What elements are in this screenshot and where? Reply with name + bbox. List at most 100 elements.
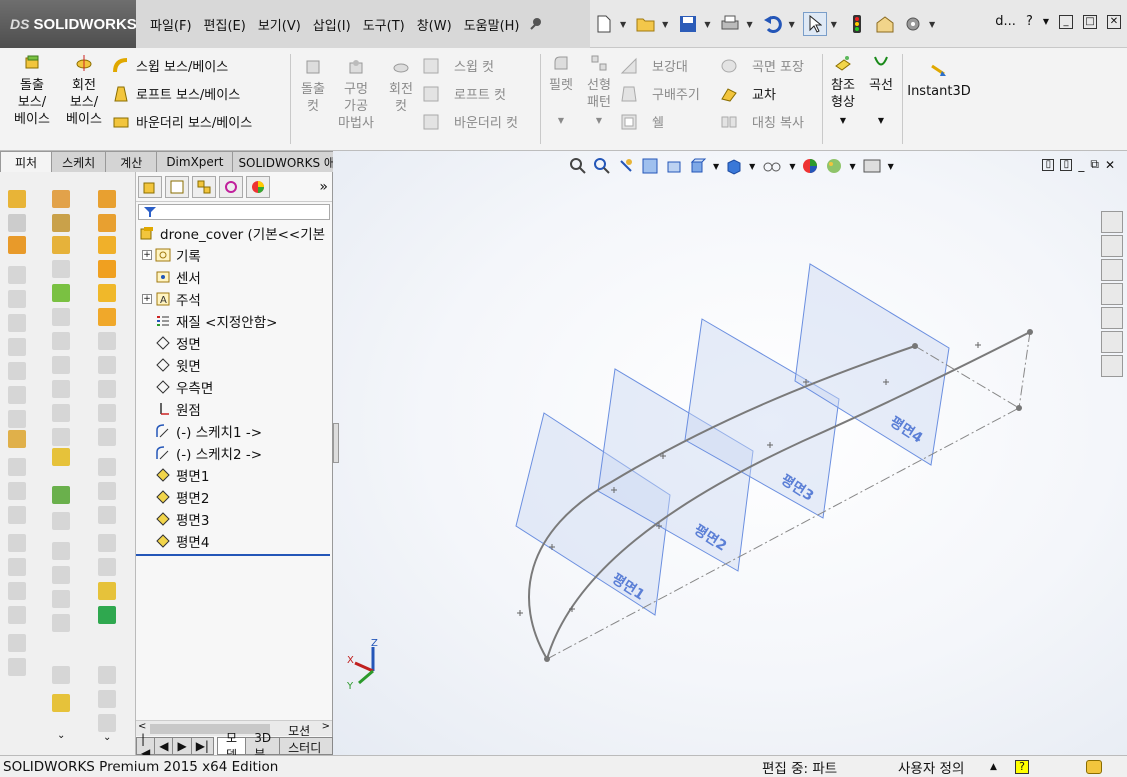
curves-button[interactable]: 곡선 ▼ xyxy=(864,54,898,129)
lofted-cut-button[interactable]: 로프트 컷 xyxy=(422,84,506,103)
minimize-window-icon[interactable]: _ xyxy=(1059,14,1073,29)
tree-item[interactable]: 평면3 xyxy=(136,508,332,530)
hole-tool-icon[interactable] xyxy=(98,404,116,422)
open-folder-icon[interactable] xyxy=(634,12,658,36)
structure-tool-icon[interactable] xyxy=(98,482,116,500)
revolved-boss-button[interactable]: 회전 보스/ 베이스 xyxy=(62,54,106,128)
help-icon[interactable]: ? xyxy=(1015,759,1029,774)
tree-item[interactable]: 재질 <지정안함> xyxy=(136,310,332,332)
custom-properties-icon[interactable] xyxy=(1101,331,1123,353)
tree-expander-icon[interactable]: + xyxy=(142,250,152,260)
cube-tool-icon[interactable] xyxy=(52,404,70,422)
mirror-tool-icon[interactable] xyxy=(52,428,70,446)
tree-expander-icon[interactable]: + xyxy=(142,294,152,304)
rebuild-status-icon[interactable] xyxy=(1086,759,1102,774)
endpoint-marker[interactable] xyxy=(544,656,550,662)
rib-button[interactable]: 보강대 xyxy=(620,56,688,75)
wrap-tool-icon[interactable] xyxy=(98,284,116,302)
forum-icon[interactable] xyxy=(1101,355,1123,377)
extruded-boss-button[interactable]: 돌출 보스/ 베이스 xyxy=(10,54,54,128)
menu-edit[interactable]: 편집(E) xyxy=(198,15,252,34)
endpoint-marker[interactable] xyxy=(1027,329,1033,335)
tree-item[interactable]: (-) 스케치1 -> xyxy=(136,420,332,442)
tree-item[interactable]: 센서 xyxy=(136,266,332,288)
tab-evaluate[interactable]: 계산 xyxy=(105,151,158,172)
tab-sketch[interactable]: 스케치 xyxy=(51,151,107,172)
tab-3d-view[interactable]: 3D 뷰 xyxy=(245,731,281,761)
fillet-tool-icon[interactable] xyxy=(98,356,116,374)
combine-tool-icon[interactable] xyxy=(8,482,26,500)
swept-cut-button[interactable]: 스윕 컷 xyxy=(422,56,494,75)
split-tool-icon[interactable] xyxy=(8,458,26,476)
tree-item[interactable]: 평면4 xyxy=(136,530,332,552)
restore-window-icon[interactable]: □ xyxy=(1083,14,1097,29)
ref-geometry-tool-icon[interactable] xyxy=(52,448,70,466)
draft-tool-icon[interactable] xyxy=(8,290,26,308)
solidworks-logo[interactable]: DS SOLIDWORKS xyxy=(0,0,137,48)
plane-tool-icon[interactable] xyxy=(52,284,70,302)
indent-tool-icon[interactable] xyxy=(8,410,26,428)
flex-tool-icon[interactable] xyxy=(8,386,26,404)
menu-window[interactable]: 창(W) xyxy=(411,15,458,34)
shell-button[interactable]: 쉘 xyxy=(620,112,664,131)
extrude-tool-icon[interactable] xyxy=(8,190,26,208)
tab-model[interactable]: 모델 xyxy=(216,731,247,762)
design-library-icon[interactable] xyxy=(1101,235,1123,257)
loft-boss-tool-icon[interactable] xyxy=(98,236,116,254)
measure-tool-icon[interactable] xyxy=(8,582,26,600)
view-palette-icon[interactable] xyxy=(1101,283,1123,305)
document-title[interactable]: d... xyxy=(995,14,1016,29)
new-document-icon[interactable] xyxy=(592,12,616,36)
gusset-tool-icon[interactable] xyxy=(98,506,116,524)
draft-button[interactable]: 구배주기 xyxy=(620,84,700,103)
rebuild-traffic-light-icon[interactable] xyxy=(845,12,869,36)
revolved-cut-button[interactable]: 회전 컷 xyxy=(383,58,419,115)
nav-first-icon[interactable]: |◀ xyxy=(136,732,156,760)
trim-tool-icon[interactable] xyxy=(52,332,70,350)
thicken-tool-icon[interactable] xyxy=(98,308,116,326)
tree-item[interactable]: (-) 스케치2 -> xyxy=(136,442,332,464)
iso-view-tool-icon[interactable] xyxy=(98,714,116,732)
tree-item[interactable]: 원점 xyxy=(136,398,332,420)
solidworks-resources-icon[interactable] xyxy=(1101,211,1123,233)
grid-tool-icon[interactable] xyxy=(8,506,26,524)
swept-boss-button[interactable]: 스윕 보스/베이스 xyxy=(112,56,228,75)
unit-system[interactable]: 사용자 정의 xyxy=(898,757,964,777)
chart-tool-icon[interactable] xyxy=(52,356,70,374)
display-style-tool-icon[interactable] xyxy=(52,512,70,530)
wrap-button[interactable]: 곡면 포장 xyxy=(720,56,804,75)
chevron-down-icon[interactable]: ⌄ xyxy=(57,730,65,741)
propertymanager-tab-icon[interactable] xyxy=(165,175,189,198)
tab-dimxpert[interactable]: DimXpert xyxy=(156,151,234,172)
weldment-tool-icon[interactable] xyxy=(98,458,116,476)
dome-tool-icon[interactable] xyxy=(8,338,26,356)
cut-thicken-tool-icon[interactable] xyxy=(98,332,116,350)
surface-extrude-tool-icon[interactable] xyxy=(98,534,116,552)
menu-help[interactable]: 도움말(H) xyxy=(458,15,526,34)
file-properties-icon[interactable] xyxy=(873,12,897,36)
curves-dropdown-icon[interactable]: ▼ xyxy=(864,112,898,129)
dimxpertmanager-tab-icon[interactable] xyxy=(219,175,243,198)
graphics-area[interactable]: ▼ ▼ ▼ ▼ ▼ ▯ ▯ _ ⧉ ✕ 평면1 평면2 평면3 평면4 Z X … xyxy=(333,151,1127,755)
scene-tool-icon[interactable] xyxy=(52,590,70,608)
help-dropdown-icon[interactable]: ▼ xyxy=(1043,17,1049,26)
boundary-boss-button[interactable]: 바운더리 보스/베이스 xyxy=(112,112,252,131)
shell-tool-icon[interactable] xyxy=(8,314,26,332)
rib-tool-icon[interactable] xyxy=(8,266,26,284)
sketch-tool-icon[interactable] xyxy=(52,214,70,232)
print-dropdown-icon[interactable]: ▼ xyxy=(746,20,752,29)
options-gear-icon[interactable] xyxy=(901,12,925,36)
endpoint-marker[interactable] xyxy=(912,343,918,349)
tree-item[interactable]: 우측면 xyxy=(136,376,332,398)
boundary-tool-icon[interactable] xyxy=(98,260,116,278)
reference-geometry-dropdown-icon[interactable]: ▼ xyxy=(826,112,860,129)
smart-dim-tool-icon[interactable] xyxy=(52,236,70,254)
menu-insert[interactable]: 삽입(I) xyxy=(307,15,357,34)
surface-loft-tool-icon[interactable] xyxy=(98,582,116,600)
loft-tool-icon[interactable] xyxy=(8,236,26,254)
fillet-button[interactable]: 필렛 ▼ xyxy=(544,54,578,129)
options-dropdown-icon[interactable]: ▼ xyxy=(929,20,935,29)
freeform-tool-icon[interactable] xyxy=(8,430,26,448)
scroll-left-icon[interactable]: < xyxy=(138,721,146,732)
tree-filter-input[interactable] xyxy=(138,204,330,220)
